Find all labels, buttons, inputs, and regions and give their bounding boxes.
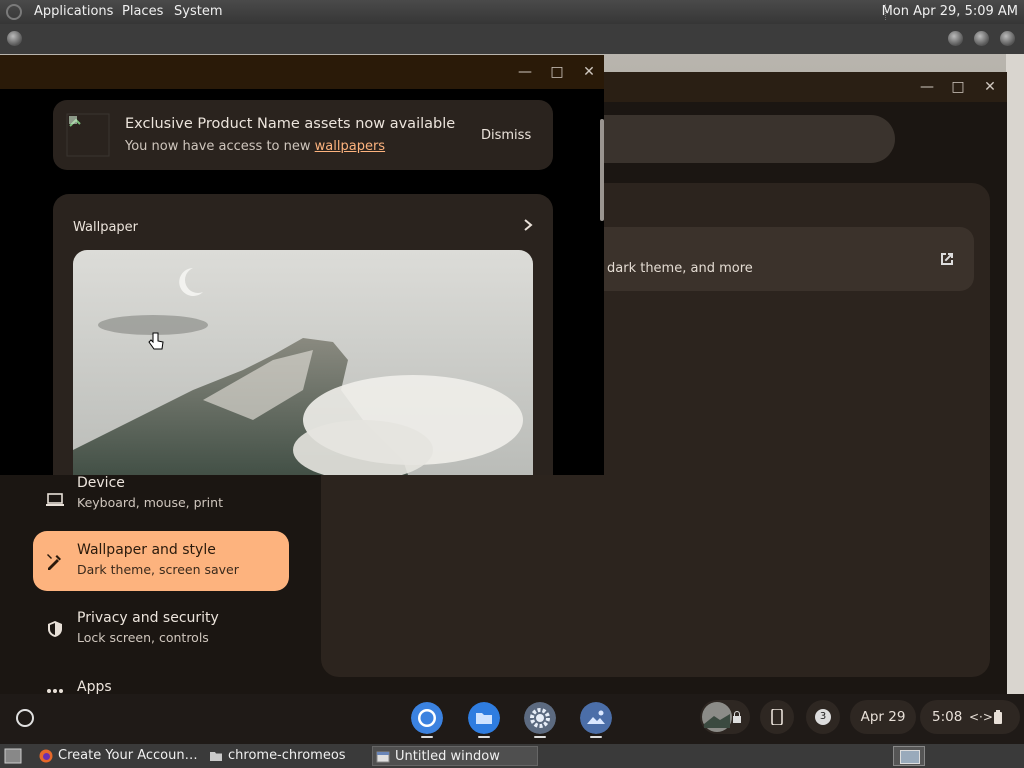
task-untitled-window[interactable]: Untitled window — [372, 746, 538, 766]
firefox-icon — [39, 749, 53, 763]
wallpaper-card[interactable]: Wallpaper — [53, 194, 553, 475]
wallpaper-preview-image[interactable] — [73, 250, 533, 475]
nav-item-wallpaper-and-style[interactable]: Wallpaper and style Dark theme, screen s… — [33, 531, 289, 591]
banner-title: Exclusive Product Name assets now availa… — [125, 116, 456, 132]
laptop-icon — [46, 493, 64, 506]
nav-item-apps[interactable]: Apps — [33, 667, 289, 694]
battery-icon — [994, 710, 1002, 724]
show-desktop-icon[interactable] — [4, 748, 22, 764]
banner-subtitle: You now have access to new wallpapers — [125, 139, 385, 154]
network-icon: <·> — [969, 710, 993, 724]
nav-item-subtitle: Dark theme, screen saver — [77, 562, 239, 577]
nav-item-title: Apps — [77, 679, 112, 694]
broken-image-icon — [66, 113, 110, 157]
apps-dots-icon — [47, 689, 63, 693]
promo-banner: Exclusive Product Name assets now availa… — [53, 100, 553, 170]
nav-item-title: Device — [77, 475, 125, 491]
chrome-icon[interactable] — [411, 702, 443, 734]
window-icon — [376, 751, 390, 763]
running-indicator — [478, 736, 490, 738]
account-tray[interactable] — [700, 700, 750, 734]
phone-icon — [771, 709, 783, 725]
applications-menu[interactable]: Applications — [34, 4, 113, 19]
wallpapers-link[interactable]: wallpapers — [315, 139, 385, 154]
settings-search-input[interactable] — [560, 115, 895, 163]
nav-item-privacy-and-security[interactable]: Privacy and security Lock screen, contro… — [33, 599, 289, 659]
files-icon[interactable] — [468, 702, 500, 734]
user-avatar — [702, 702, 732, 732]
top-panel: Applications Places System Mon Apr 29, 5… — [0, 0, 1024, 24]
running-indicator — [421, 736, 433, 738]
open-external-icon[interactable] — [938, 250, 956, 268]
chevron-right-icon[interactable] — [521, 218, 535, 232]
wallpaper-label: Wallpaper — [73, 220, 139, 235]
task-firefox[interactable]: Create Your Accoun… — [36, 746, 220, 766]
phone-hub-button[interactable] — [760, 700, 794, 734]
nav-item-subtitle: Lock screen, controls — [77, 630, 209, 645]
popup-maximize-button[interactable]: □ — [548, 63, 566, 81]
popup-minimize-button[interactable]: — — [516, 63, 534, 81]
maximize-circle-icon[interactable] — [974, 31, 989, 46]
nav-item-device[interactable]: Device Keyboard, mouse, print — [33, 470, 289, 530]
running-indicator — [590, 736, 602, 738]
status-time: 5:08 — [932, 709, 963, 725]
system-menu[interactable]: System — [174, 4, 222, 19]
task-label: chrome-chromeos — [228, 748, 346, 763]
status-tray[interactable]: 5:08 <·> — [920, 700, 1020, 734]
personalization-row[interactable] — [560, 227, 974, 291]
vnc-window-titlebar — [0, 24, 1024, 54]
popup-scrollbar[interactable] — [600, 119, 604, 221]
launcher-button[interactable] — [16, 709, 34, 727]
personalization-row-text: dark theme, and more — [607, 261, 753, 276]
gallery-icon[interactable] — [580, 702, 612, 734]
notification-tray[interactable]: 3 — [806, 700, 840, 734]
settings-maximize-button[interactable]: □ — [949, 78, 967, 96]
window-menu-icon[interactable] — [7, 31, 22, 46]
desktop-edge — [1006, 54, 1024, 694]
task-label: Create Your Accoun… — [58, 748, 198, 763]
folder-icon — [210, 752, 222, 761]
nav-item-title: Privacy and security — [77, 610, 219, 626]
notification-count-badge: 3 — [815, 709, 831, 725]
workspace-switcher[interactable] — [893, 746, 925, 766]
shield-icon — [48, 621, 62, 637]
minimize-circle-icon[interactable] — [948, 31, 963, 46]
close-circle-icon[interactable] — [1000, 31, 1015, 46]
settings-close-button[interactable]: ✕ — [981, 78, 999, 96]
running-indicator — [534, 736, 546, 738]
banner-subtitle-text: You now have access to new — [125, 139, 315, 154]
dismiss-button[interactable]: Dismiss — [481, 128, 531, 143]
distro-logo-icon[interactable] — [6, 4, 22, 20]
date-tray[interactable]: Apr 29 — [850, 700, 916, 734]
lock-icon — [733, 711, 741, 723]
gnome-taskbar: Create Your Accoun… chrome-chromeos Unti… — [0, 744, 1024, 768]
personalization-popup-window: — □ ✕ Exclusive Product Name assets now … — [0, 55, 604, 475]
chromeos-shelf: 3 Apr 29 5:08 <·> — [0, 694, 1024, 744]
hand-cursor-icon — [148, 332, 164, 350]
task-files[interactable]: chrome-chromeos — [206, 746, 388, 766]
popup-close-button[interactable]: ✕ — [580, 63, 598, 81]
paint-brush-icon — [47, 554, 61, 570]
panel-clock[interactable]: Mon Apr 29, 5:09 AM — [882, 4, 1018, 19]
nav-item-subtitle: Keyboard, mouse, print — [77, 495, 223, 510]
nav-item-title: Wallpaper and style — [77, 542, 216, 558]
popup-titlebar: — □ ✕ — [0, 55, 604, 89]
task-label: Untitled window — [395, 749, 500, 764]
places-menu[interactable]: Places — [122, 4, 163, 19]
settings-icon[interactable] — [524, 702, 556, 734]
settings-minimize-button[interactable]: — — [918, 78, 936, 96]
